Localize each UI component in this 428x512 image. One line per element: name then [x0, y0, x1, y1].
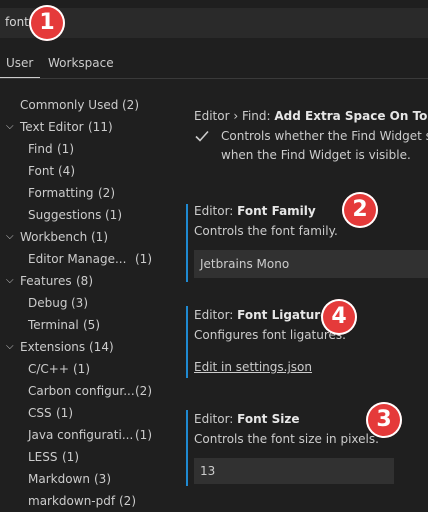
toc-item[interactable]: Find (1) — [0, 138, 165, 160]
toc-item-label: Markdown — [28, 472, 90, 486]
setting-title-name: Add Extra Space On Top — [274, 109, 428, 123]
toc-item-label: Features — [20, 274, 72, 288]
toc-item-count: (2) — [98, 186, 115, 200]
toc-item-label: LESS — [28, 450, 58, 464]
setting-focus-bar — [186, 306, 188, 378]
annotation-badge-4: 4 — [321, 299, 357, 335]
toc-item[interactable]: Java configurati... (1) — [0, 424, 165, 446]
toc-item-count: (3) — [71, 296, 88, 310]
toc-item-label: C/C++ — [28, 362, 69, 376]
toc-item[interactable]: Terminal (5) — [0, 314, 165, 336]
toc-item[interactable]: markdown-pdf (2) — [0, 490, 165, 512]
setting-title-prefix: Editor: — [194, 308, 238, 322]
toc-item-count: (1) — [56, 406, 73, 420]
tab-workspace[interactable]: Workspace — [48, 56, 114, 70]
toc-item-count: (2) — [135, 384, 152, 398]
toc-item[interactable]: Commonly Used (2) — [0, 94, 165, 116]
toc-item-label: Terminal — [28, 318, 79, 332]
toc-item[interactable]: Debug (3) — [0, 292, 165, 314]
toc-item[interactable]: Suggestions (1) — [0, 204, 165, 226]
toc-item-label: Carbon configur... — [28, 384, 135, 398]
toc-item-count: (1) — [57, 142, 74, 156]
toc-item-label: Workbench — [20, 230, 88, 244]
toc-item-count: (3) — [94, 472, 111, 486]
chevron-down-icon[interactable]: ⌵ — [6, 116, 14, 138]
setting-desc-font-family: Controls the font family. — [194, 224, 338, 238]
toc-item-label: Text Editor — [20, 120, 84, 134]
checkbox-check-icon[interactable] — [194, 128, 210, 144]
toc-item-label: Suggestions — [28, 208, 102, 222]
toc-item[interactable]: Markdown (3) — [0, 468, 165, 490]
toc-item-label: CSS — [28, 406, 52, 420]
toc-item-label: Formatting — [28, 186, 94, 200]
toc-item-label: Font — [28, 164, 55, 178]
setting-title-prefix: Editor: — [194, 204, 238, 218]
toc-item[interactable]: ⌵ Features (8) — [0, 270, 165, 292]
setting-title-prefix: Editor › Find: — [194, 109, 275, 123]
toc-item-count: (11) — [88, 120, 113, 134]
chevron-down-icon[interactable]: ⌵ — [6, 226, 14, 248]
toc-item[interactable]: ⌵ Text Editor (11) — [0, 116, 165, 138]
toc-item[interactable]: LESS (1) — [0, 446, 165, 468]
toc-item-label: Find — [28, 142, 53, 156]
toc-item-count: (5) — [83, 318, 100, 332]
toc-item[interactable]: Editor Manage... (1) — [0, 248, 165, 270]
setting-desc-find-line2: when the Find Widget is visible. — [221, 148, 411, 162]
toc-item-count: (8) — [76, 274, 93, 288]
setting-desc-find-line1: Controls whether the Find Widget sh — [221, 129, 428, 143]
font-size-input[interactable]: 13 — [194, 458, 394, 484]
toc-item[interactable]: ⌵ Extensions (14) — [0, 336, 165, 358]
toc-item-count: (14) — [89, 340, 114, 354]
setting-title-name: Font Family — [237, 204, 316, 218]
toc-item-count: (1) — [73, 362, 90, 376]
setting-title-font-size: Editor: Font Size — [194, 412, 299, 426]
toc-item-count: (1) — [91, 230, 108, 244]
annotation-badge-3: 3 — [366, 402, 402, 438]
toc-item-label: Commonly Used — [20, 98, 119, 112]
setting-title-find: Editor › Find: Add Extra Space On Top — [194, 109, 428, 123]
setting-focus-bar — [186, 204, 188, 282]
setting-desc-font-size: Controls the font size in pixels. — [194, 432, 379, 446]
toc-item-label: Debug — [28, 296, 68, 310]
tab-user[interactable]: User — [6, 56, 33, 70]
setting-title-font-ligatures: Editor: Font Ligatures — [194, 308, 336, 322]
setting-title-prefix: Editor: — [194, 412, 238, 426]
edit-in-settings-json-link[interactable]: Edit in settings.json — [194, 360, 312, 374]
annotation-badge-1: 1 — [29, 5, 65, 41]
setting-title-name: Font Size — [237, 412, 300, 426]
setting-desc-font-ligatures: Configures font ligatures. — [194, 328, 346, 342]
toc-item[interactable]: C/C++ (1) — [0, 358, 165, 380]
toc-item-label: Editor Manage... — [28, 252, 127, 266]
annotation-badge-2: 2 — [342, 192, 378, 228]
setting-focus-bar — [186, 410, 188, 486]
toc-item[interactable]: Carbon configur... (2) — [0, 380, 165, 402]
setting-title-font-family: Editor: Font Family — [194, 204, 316, 218]
toc-item[interactable]: CSS (1) — [0, 402, 165, 424]
toc-item[interactable]: Font (4) — [0, 160, 165, 182]
toc-item[interactable]: ⌵ Workbench (1) — [0, 226, 165, 248]
toc-item-count: (1) — [62, 450, 79, 464]
toc-item-count: (1) — [135, 428, 152, 442]
toc-item-label: Java configurati... — [28, 428, 134, 442]
chevron-down-icon[interactable]: ⌵ — [6, 270, 14, 292]
toc-item-label: Extensions — [20, 340, 86, 354]
toc-item-count: (4) — [58, 164, 75, 178]
tabs-divider — [0, 78, 428, 79]
toc-item-count: (2) — [122, 98, 139, 112]
search-input[interactable]: font — [5, 15, 29, 29]
toc-item-count: (2) — [119, 494, 136, 508]
toc-item-label: markdown-pdf — [28, 494, 116, 508]
toc-item-count: (1) — [135, 252, 152, 266]
font-family-input[interactable]: Jetbrains Mono — [194, 250, 428, 278]
toc-item-count: (1) — [105, 208, 122, 222]
chevron-down-icon[interactable]: ⌵ — [6, 336, 14, 358]
toc-item[interactable]: Formatting (2) — [0, 182, 165, 204]
